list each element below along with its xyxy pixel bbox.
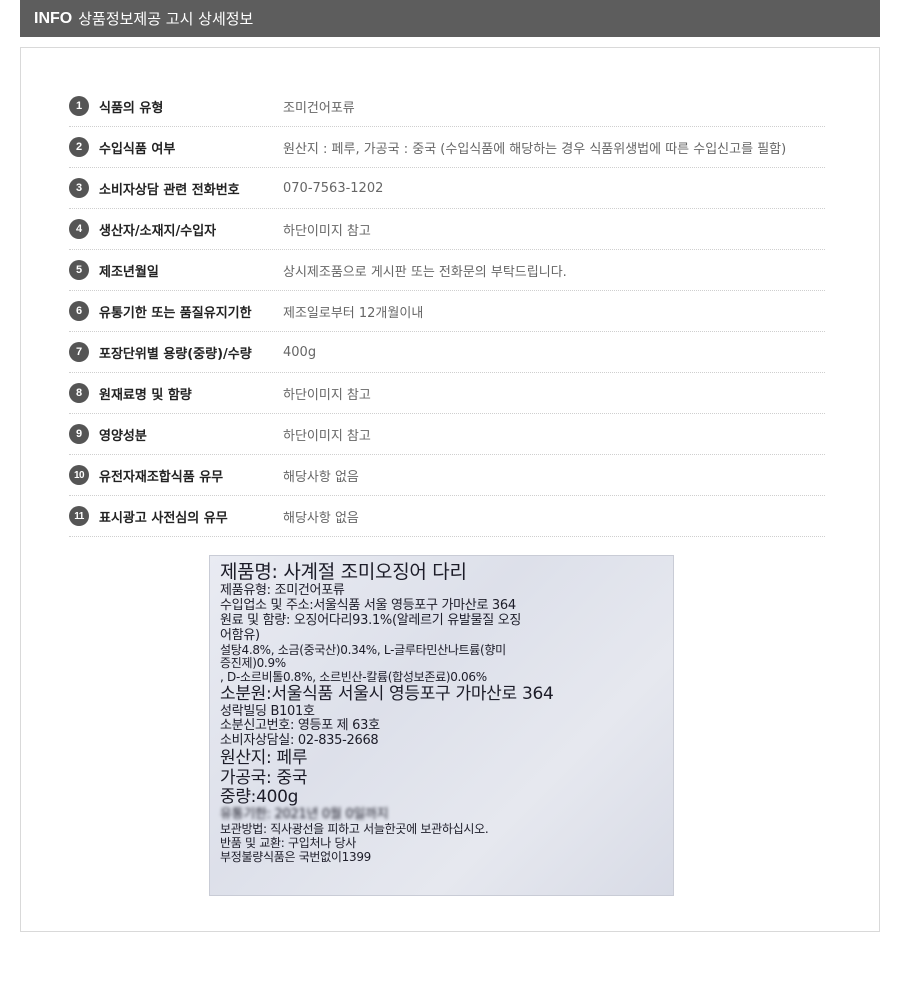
info-row-producer: 4 생산자/소재지/수입자 하단이미지 참고: [69, 209, 825, 250]
info-label: 유통기한 또는 품질유지기한: [99, 305, 252, 321]
label-line-msg: 증진제)0.9%: [220, 656, 286, 671]
label-line-storage: 보관방법: 직사광선을 피하고 서늘한곳에 보관하십시오.: [220, 821, 489, 836]
label-line-consumer-phone: 소비자상담실: 02-835-2668: [220, 733, 379, 749]
info-row-food-type: 1 식품의 유형 조미건어포류: [69, 86, 825, 127]
label-line-building: 성락빌딩 B101호: [220, 703, 315, 719]
header-title: 상품정보제공 고시 상세정보: [78, 10, 254, 28]
label-line-sorbitol: , D-소르비톨0.8%, 소르빈산-칼륨(합성보존료)0.06%: [220, 670, 487, 685]
label-line-report-number: 소분신고번호: 영등포 제 63호: [220, 718, 380, 734]
header-info-label: INFO: [34, 9, 73, 27]
info-row-expiry: 6 유통기한 또는 품질유지기한 제조일로부터 12개월이내: [69, 291, 825, 332]
label-line-returns: 반품 및 교환: 구입처나 당사: [220, 835, 356, 850]
label-line-expiry-blurred: 유통기한: 2021년 0월 0일까지: [220, 806, 389, 822]
number-badge: 6: [69, 301, 89, 321]
section-header: INFO 상품정보제공 고시 상세정보: [20, 0, 880, 37]
label-line-origin: 원산지: 페루: [220, 748, 308, 769]
label-line-ingredients: 원료 및 함량: 오징어다리93.1%(알레르기 유발물질 오징: [220, 612, 522, 628]
info-label: 수입식품 여부: [99, 141, 176, 157]
info-row-import: 2 수입식품 여부 원산지 : 페루, 가공국 : 중국 (수입식품에 해당하는…: [69, 127, 825, 168]
info-row-weight: 7 포장단위별 용량(중량)/수량 400g: [69, 332, 825, 373]
info-label: 원재료명 및 함량: [99, 387, 192, 403]
label-line-report-hotline: 부정불량식품은 국번없이1399: [220, 849, 371, 864]
label-line-importer: 수입업소 및 주소:서울식품 서울 영등포구 가마산로 364: [220, 597, 516, 613]
info-label: 소비자상담 관련 전화번호: [99, 182, 240, 198]
info-value: 하단이미지 참고: [283, 387, 371, 403]
info-label: 식품의 유형: [99, 100, 164, 116]
info-value: 해당사항 없음: [283, 469, 359, 485]
product-info-panel: 1 식품의 유형 조미건어포류 2 수입식품 여부 원산지 : 페루, 가공국 …: [20, 47, 880, 932]
number-badge: 7: [69, 342, 89, 362]
label-line-processing-country: 가공국: 중국: [220, 767, 308, 788]
info-value: 원산지 : 페루, 가공국 : 중국 (수입식품에 해당하는 경우 식품위생법에…: [283, 141, 787, 157]
number-badge: 5: [69, 260, 89, 280]
info-row-ad-review: 11 표시광고 사전심의 유무 해당사항 없음: [69, 496, 825, 537]
label-line-ingredients-cont: 어함유): [220, 627, 260, 643]
info-label: 영양성분: [99, 428, 147, 444]
info-row-ingredients: 8 원재료명 및 함량 하단이미지 참고: [69, 373, 825, 414]
info-row-nutrition: 9 영양성분 하단이미지 참고: [69, 414, 825, 455]
info-label: 포장단위별 용량(중량)/수량: [99, 346, 252, 362]
info-value: 제조일로부터 12개월이내: [283, 305, 424, 321]
product-info-list: 1 식품의 유형 조미건어포류 2 수입식품 여부 원산지 : 페루, 가공국 …: [69, 86, 825, 537]
info-label: 제조년월일: [99, 264, 159, 280]
number-badge: 1: [69, 96, 89, 116]
info-label: 유전자재조합식품 유무: [99, 469, 224, 485]
number-badge: 4: [69, 219, 89, 239]
info-value: 070-7563-1202: [283, 180, 384, 196]
label-line-sugar-salt: 설탕4.8%, 소금(중국산)0.34%, L-글루타민산나트륨(향미: [220, 642, 506, 657]
info-value: 400g: [283, 344, 317, 360]
info-value: 해당사항 없음: [283, 510, 359, 526]
label-line-repacker: 소분원:서울식품 서울시 영등포구 가마산로 364: [220, 683, 554, 704]
info-value: 하단이미지 참고: [283, 223, 371, 239]
info-label: 표시광고 사전심의 유무: [99, 510, 228, 526]
number-badge: 10: [69, 465, 89, 485]
number-badge: 9: [69, 424, 89, 444]
product-label-image: 제품명: 사계절 조미오징어 다리 제품유형: 조미건어포류 수입업소 및 주소…: [209, 555, 674, 896]
info-value: 상시제조품으로 게시판 또는 전화문의 부탁드립니다.: [283, 264, 567, 280]
number-badge: 2: [69, 137, 89, 157]
number-badge: 8: [69, 383, 89, 403]
label-line-food-type: 제품유형: 조미건어포류: [220, 582, 345, 598]
info-row-manufacture-date: 5 제조년월일 상시제조품으로 게시판 또는 전화문의 부탁드립니다.: [69, 250, 825, 291]
number-badge: 3: [69, 178, 89, 198]
info-value: 하단이미지 참고: [283, 428, 371, 444]
info-row-phone: 3 소비자상담 관련 전화번호 070-7563-1202: [69, 168, 825, 209]
number-badge: 11: [69, 506, 89, 526]
label-line-product-name: 제품명: 사계절 조미오징어 다리: [220, 561, 467, 583]
label-line-weight: 중량:400g: [220, 787, 299, 808]
info-label: 생산자/소재지/수입자: [99, 223, 217, 239]
info-value: 조미건어포류: [283, 100, 355, 116]
info-row-gmo: 10 유전자재조합식품 유무 해당사항 없음: [69, 455, 825, 496]
